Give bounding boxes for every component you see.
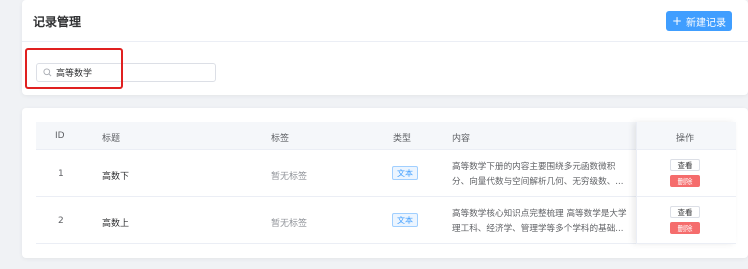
search-field[interactable] xyxy=(36,63,216,82)
column-header-content: 内容 xyxy=(452,134,471,144)
cell-title: 高数下 xyxy=(102,172,130,182)
table-row: 1 高数下 暂无标签 文本 高等数学下册的内容主要围绕多元函数微积分、向量代数与… xyxy=(36,150,736,197)
table-header: ID 标题 标签 类型 内容 操作 xyxy=(36,122,736,150)
card-header: 记录管理 + 新建记录 xyxy=(22,0,748,42)
cell-title: 高数上 xyxy=(102,219,130,229)
column-header-title: 标题 xyxy=(102,134,121,144)
new-record-button[interactable]: + 新建记录 xyxy=(666,11,732,31)
column-header-type: 类型 xyxy=(393,134,412,144)
cell-tag: 暂无标签 xyxy=(271,219,308,229)
type-badge: 文本 xyxy=(392,213,418,227)
search-input[interactable] xyxy=(56,67,196,78)
plus-icon: + xyxy=(671,14,683,28)
records-table-card: ID 标题 标签 类型 内容 操作 1 高数下 暂无标签 文本 高等数学下册的内… xyxy=(22,108,748,258)
cell-content: 高等数学核心知识点完整梳理 高等数学是大学理工科、经济学、管理学等多个学科的基础… xyxy=(452,209,627,234)
column-header-tag: 标签 xyxy=(271,134,290,144)
table-row: 2 高数上 暂无标签 文本 高等数学核心知识点完整梳理 高等数学是大学理工科、经… xyxy=(36,197,736,244)
type-badge: 文本 xyxy=(392,166,418,180)
search-icon xyxy=(43,68,52,77)
cell-tag: 暂无标签 xyxy=(271,172,308,182)
new-record-label: 新建记录 xyxy=(686,17,727,29)
cell-id: 2 xyxy=(58,216,64,226)
cell-content: 高等数学下册的内容主要围绕多元函数微积分、向量代数与空间解析几何、无穷级数、..… xyxy=(452,162,624,187)
filter-card: 记录管理 + 新建记录 xyxy=(22,0,748,95)
fixed-actions-column xyxy=(636,122,736,244)
cell-id: 1 xyxy=(58,169,64,179)
column-header-id: ID xyxy=(55,131,65,141)
page-title: 记录管理 xyxy=(33,15,82,29)
